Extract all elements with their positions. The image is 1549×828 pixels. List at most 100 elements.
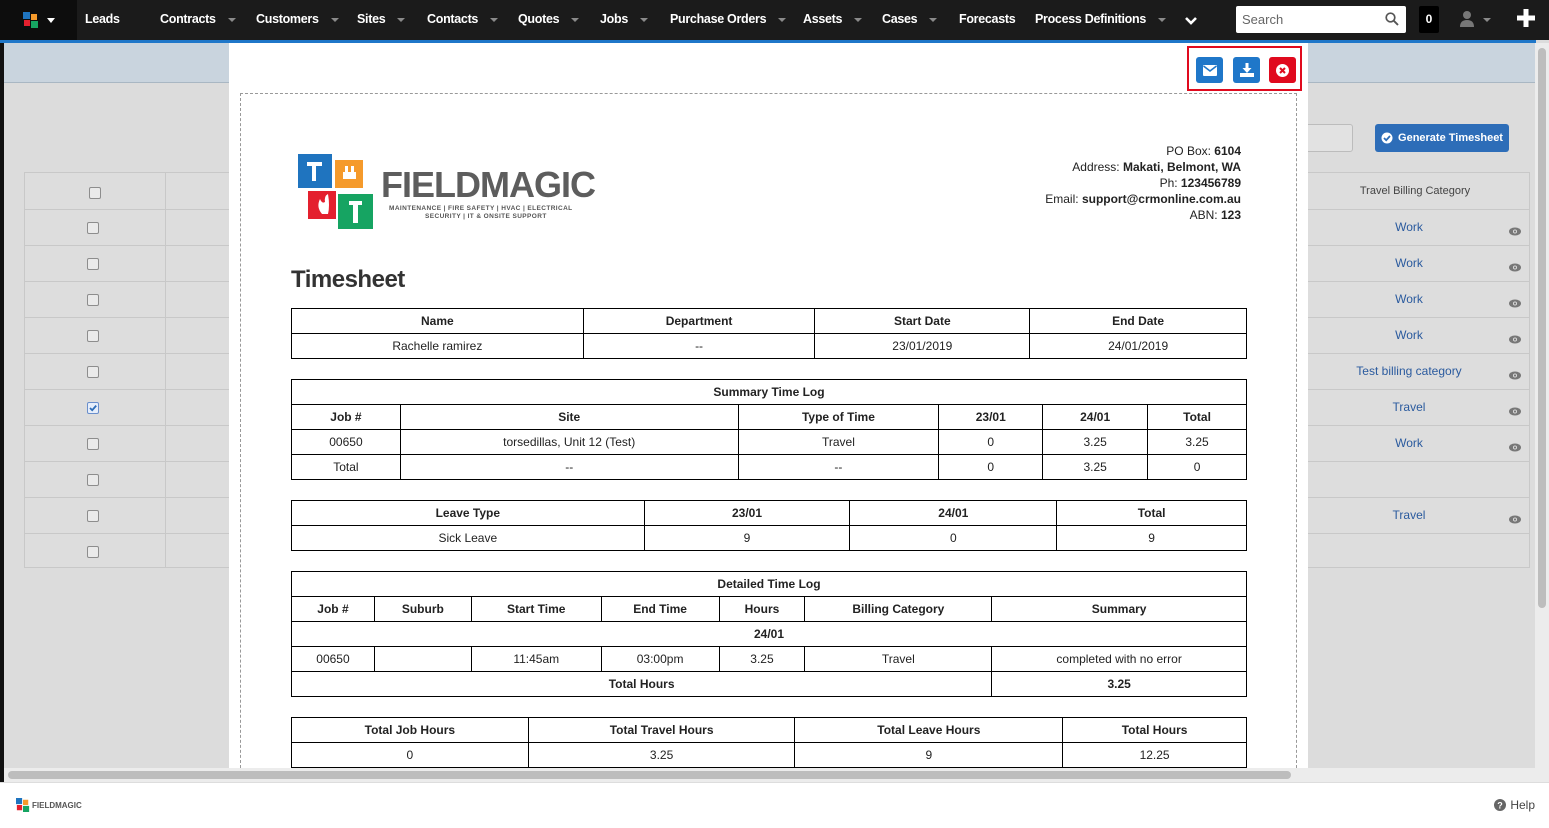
billing-category-link[interactable]: Work	[1305, 220, 1513, 234]
abn-line: ABN: 123	[1189, 208, 1241, 222]
nav-item-process-definitions[interactable]: Process Definitions	[1035, 0, 1146, 40]
caret-down-icon[interactable]	[228, 18, 236, 22]
scrollbar-thumb[interactable]	[1538, 48, 1546, 608]
nav-item-jobs[interactable]: Jobs	[600, 0, 628, 40]
table-header-row: Leave Type 23/01 24/01 Total	[291, 500, 1247, 526]
row-checkbox[interactable]	[87, 438, 99, 450]
total-row: Total Hours 3.25	[290, 671, 1247, 697]
billing-category-link[interactable]: Travel	[1305, 508, 1513, 522]
caret-down-icon[interactable]	[640, 18, 648, 22]
nav-item-customers[interactable]: Customers	[256, 0, 319, 40]
column-header-travel-billing-category: Travel Billing Category	[1359, 185, 1471, 197]
nav-item-leads[interactable]: Leads	[85, 0, 120, 40]
caret-down-icon	[1483, 18, 1491, 22]
horizontal-scrollbar[interactable]	[4, 768, 1535, 782]
header-total-leave-hours: Total Leave Hours	[794, 717, 1064, 743]
summary-time-log-table: Summary Time Log Job # Site Type of Time…	[291, 379, 1247, 480]
cell: 0	[291, 742, 529, 768]
eye-icon[interactable]	[1509, 367, 1521, 385]
po-box-line: PO Box: 6104	[1166, 144, 1241, 158]
eye-icon[interactable]	[1509, 223, 1521, 241]
row-checkbox[interactable]	[87, 294, 99, 306]
row-checkbox[interactable]	[87, 222, 99, 234]
billing-category-link[interactable]: Work	[1305, 328, 1513, 342]
table-title-row: Detailed Time Log	[291, 571, 1247, 597]
search-box[interactable]	[1236, 6, 1406, 33]
cell: 3.25	[527, 742, 796, 768]
nav-item-contracts[interactable]: Contracts	[160, 0, 216, 40]
total-hours-label: Total Hours	[290, 671, 993, 697]
billing-category-link[interactable]: Travel	[1305, 400, 1513, 414]
nav-item-label: Cases	[882, 12, 918, 26]
eye-icon[interactable]	[1509, 259, 1521, 277]
generate-timesheet-button[interactable]: Generate Timesheet	[1375, 124, 1509, 152]
nav-item-contacts[interactable]: Contacts	[427, 0, 478, 40]
eye-icon[interactable]	[1509, 295, 1521, 313]
header-suburb: Suburb	[373, 596, 472, 622]
nav-item-sites[interactable]: Sites	[357, 0, 386, 40]
caret-down-icon[interactable]	[490, 18, 498, 22]
cell: 9	[1056, 525, 1247, 551]
table-row: Sick Leave 9 0 9	[291, 525, 1247, 551]
table-title-row: Summary Time Log	[291, 379, 1247, 405]
footer-logo[interactable]: FIELDMAGIC	[16, 798, 82, 812]
caret-down-icon[interactable]	[778, 18, 786, 22]
nav-item-cases[interactable]: Cases	[882, 0, 918, 40]
row-checkbox[interactable]	[87, 474, 99, 486]
row-checkbox[interactable]	[87, 546, 99, 558]
download-icon	[1239, 63, 1254, 77]
row-checkbox[interactable]	[87, 366, 99, 378]
caret-down-icon[interactable]	[571, 18, 579, 22]
user-menu-button[interactable]	[1460, 10, 1491, 32]
billing-category-link[interactable]: Test billing category	[1305, 364, 1513, 378]
email-button[interactable]	[1196, 57, 1223, 83]
cell: --	[399, 454, 739, 480]
nav-item-forecasts[interactable]: Forecasts	[959, 0, 1016, 40]
help-link[interactable]: ? Help	[1494, 798, 1535, 812]
vertical-scrollbar[interactable]	[1535, 43, 1549, 782]
caret-down-icon[interactable]	[1158, 18, 1166, 22]
eye-icon[interactable]	[1509, 439, 1521, 457]
eye-icon[interactable]	[1509, 403, 1521, 421]
notification-count-badge[interactable]: 0	[1419, 6, 1439, 33]
row-checkbox[interactable]	[87, 330, 99, 342]
select-all-checkbox[interactable]	[89, 187, 101, 199]
cell: --	[737, 454, 940, 480]
search-input[interactable]	[1242, 10, 1382, 29]
start-date: 23/01/2019	[814, 333, 1031, 359]
billing-category-link[interactable]: Work	[1305, 292, 1513, 306]
eye-icon[interactable]	[1509, 511, 1521, 529]
scrollbar-thumb[interactable]	[8, 771, 1291, 779]
nav-item-label: Quotes	[518, 12, 560, 26]
app-menu-button[interactable]	[0, 0, 77, 40]
billing-category-link[interactable]: Work	[1305, 256, 1513, 270]
close-button[interactable]	[1269, 57, 1296, 83]
caret-down-icon[interactable]	[397, 18, 405, 22]
company-logo: FIELDMAGIC MAINTENANCE | FIRE SAFETY | H…	[298, 154, 598, 234]
caret-down-icon[interactable]	[331, 18, 339, 22]
row-checkbox[interactable]	[87, 258, 99, 270]
nav-item-assets[interactable]: Assets	[803, 0, 843, 40]
nav-item-quotes[interactable]: Quotes	[518, 0, 560, 40]
header-job-number: Job #	[291, 596, 375, 622]
caret-down-icon[interactable]	[929, 18, 937, 22]
user-icon	[1460, 11, 1474, 27]
caret-down-icon[interactable]	[854, 18, 862, 22]
modal-action-group	[1187, 46, 1302, 91]
download-button[interactable]	[1233, 57, 1260, 83]
row-checkbox[interactable]	[87, 402, 99, 414]
search-icon[interactable]	[1385, 12, 1399, 26]
row-checkbox[interactable]	[87, 510, 99, 522]
nav-item-purchase-orders[interactable]: Purchase Orders	[670, 0, 767, 40]
more-menu-chevron-icon[interactable]	[1184, 13, 1198, 31]
table-row: Total -- -- 0 3.25 0	[291, 454, 1247, 480]
header-total: Total	[1056, 500, 1247, 526]
company-tagline-2: SECURITY | IT & ONSITE SUPPORT	[425, 213, 547, 220]
header-day-1: 23/01	[938, 404, 1044, 430]
fieldmagic-logo-icon	[16, 798, 30, 812]
add-new-button[interactable]	[1516, 8, 1536, 33]
eye-icon[interactable]	[1509, 331, 1521, 349]
billing-category-link[interactable]: Work	[1305, 436, 1513, 450]
leave-table: Leave Type 23/01 24/01 Total Sick Leave …	[291, 500, 1247, 551]
window-edge	[0, 43, 4, 782]
